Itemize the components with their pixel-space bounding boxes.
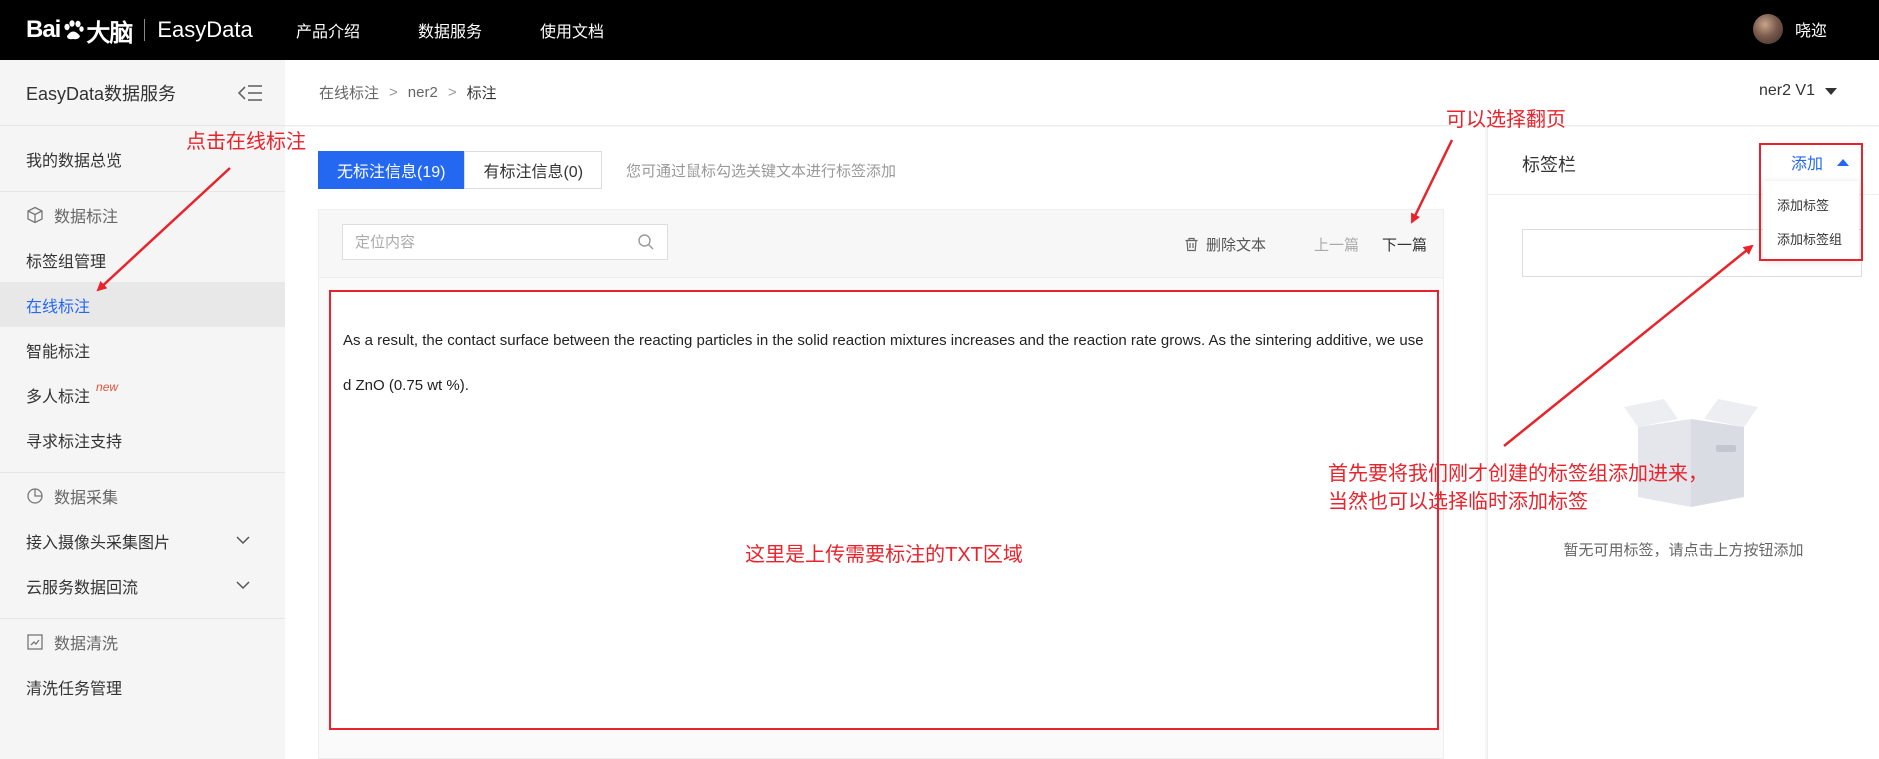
annotation-upload-area: 这里是上传需要标注的TXT区域 [745, 544, 1023, 566]
sidebar-item-clean-tasks[interactable]: 清洗任务管理 [0, 664, 285, 709]
sidebar-item-label: 寻求标注支持 [26, 433, 123, 451]
sidebar-item-online-annotation[interactable]: 在线标注 [0, 282, 285, 327]
chevron-down-icon[interactable] [235, 532, 251, 548]
top-nav: 产品介绍 数据服务 使用文档 [296, 0, 662, 60]
chevron-right-icon: > [447, 84, 457, 101]
search-box [342, 224, 668, 260]
sidebar-group-label: 数据清洗 [54, 635, 119, 653]
annotation-main: 无标注信息(19) 有标注信息(0) 您可通过鼠标勾选关键文本进行标签添加 删除… [285, 127, 1485, 759]
delete-text-label: 删除文本 [1206, 237, 1267, 254]
breadcrumb-item-current: 标注 [466, 85, 497, 102]
sidebar-item-label: 标签组管理 [26, 253, 107, 271]
text-panel: 删除文本 上一篇 下一篇 As a result, the contact su… [318, 209, 1444, 759]
sidebar-item-smart-annotation[interactable]: 智能标注 [0, 327, 285, 372]
txt-upload-area[interactable]: As a result, the contact surface between… [329, 290, 1439, 730]
tab-hint: 您可通过鼠标勾选关键文本进行标签添加 [626, 162, 897, 180]
add-label-text: 添加 [1791, 156, 1824, 173]
add-dropdown-menu: 添加标签 添加标签组 [1763, 181, 1859, 259]
annotation-click-online: 点击在线标注 [186, 131, 306, 153]
sidebar-group-annotation: 数据标注 [0, 192, 285, 237]
sidebar-item-annotation-support[interactable]: 寻求标注支持 [0, 417, 285, 462]
sidebar-item-camera-collect[interactable]: 接入摄像头采集图片 [0, 518, 285, 563]
sidebar-title: EasyData数据服务 [26, 83, 177, 104]
caret-down-icon [1825, 87, 1837, 95]
sidebar-group-label: 数据采集 [54, 489, 119, 507]
nav-data-service[interactable]: 数据服务 [418, 18, 482, 42]
breadcrumb-item-dataset[interactable]: ner2 [408, 84, 438, 101]
search-icon[interactable] [637, 233, 655, 251]
brand-logo[interactable]: Bai 大脑 EasyData [26, 10, 253, 50]
trash-icon [1185, 237, 1198, 252]
caret-up-icon [1837, 158, 1850, 166]
version-select[interactable]: ner2 V1 [1759, 82, 1837, 100]
chevron-right-icon: > [389, 84, 398, 101]
text-toolbar: 删除文本 上一篇 下一篇 [319, 210, 1443, 278]
sidebar-group-collect: 数据采集 [0, 473, 285, 518]
breadcrumb: 在线标注 > ner2 > 标注 ner2 V1 [285, 60, 1879, 126]
chevron-down-icon[interactable] [235, 577, 251, 593]
cube-icon [27, 206, 43, 223]
sidebar-header: EasyData数据服务 [0, 60, 285, 126]
menu-item-add-label[interactable]: 添加标签 [1763, 187, 1859, 221]
document-text[interactable]: As a result, the contact surface between… [331, 292, 1437, 408]
sidebar-item-label-groups[interactable]: 标签组管理 [0, 237, 285, 282]
add-label-button[interactable]: 添加 [1791, 150, 1850, 174]
username: 哓迩 [1794, 23, 1827, 40]
paw-icon [64, 20, 85, 40]
annotation-add-group: 首先要将我们刚才创建的标签组添加进来， 当然也可以选择临时添加标签 [1328, 460, 1708, 516]
breadcrumb-item-online[interactable]: 在线标注 [319, 82, 379, 103]
sidebar-item-label: 清洗任务管理 [26, 680, 123, 698]
next-doc-button[interactable]: 下一篇 [1382, 234, 1427, 255]
new-badge: new [96, 379, 119, 394]
top-bar: Bai 大脑 EasyData 产品介绍 数据服务 使用文档 哓迩 [0, 0, 1879, 60]
search-input[interactable] [355, 233, 637, 251]
sidebar: EasyData数据服务 我的数据总览 数据标注 标签组管理 在线标注 智能标注… [0, 60, 285, 759]
sidebar-item-label: 接入摄像头采集图片 [26, 534, 171, 552]
product-name: EasyData [157, 17, 253, 42]
sidebar-group-clean: 数据清洗 [0, 619, 285, 664]
empty-state-text: 暂无可用标签，请点击上方按钮添加 [1563, 542, 1804, 559]
sidebar-item-label: 智能标注 [26, 343, 91, 361]
sidebar-item-label: 我的数据总览 [26, 152, 123, 170]
menu-item-add-label-group[interactable]: 添加标签组 [1763, 221, 1859, 255]
brand-divider [144, 19, 146, 41]
pie-chart-icon [27, 487, 43, 504]
sidebar-item-multi-annotation[interactable]: 多人标注 new [0, 372, 285, 417]
baidu-logo-text-2: 大脑 [86, 19, 133, 47]
avatar[interactable] [1752, 14, 1783, 44]
label-panel-title: 标签栏 [1522, 155, 1576, 175]
annotation-add-group-line2: 当然也可以选择临时添加标签 [1328, 491, 1588, 513]
version-label: ner2 V1 [1758, 82, 1815, 99]
annotation-tabs: 无标注信息(19) 有标注信息(0) 您可通过鼠标勾选关键文本进行标签添加 [318, 151, 896, 189]
sidebar-item-label: 多人标注 [26, 388, 91, 406]
label-panel: 标签栏 添加 添加标签 添加标签组 暂无可用标签，请点击上方按钮添加 [1487, 127, 1879, 759]
prev-doc-button[interactable]: 上一篇 [1314, 234, 1359, 255]
user-menu[interactable]: 哓迩 [1752, 14, 1827, 44]
annotation-page-turn: 可以选择翻页 [1446, 109, 1566, 131]
sidebar-item-cloud-backflow[interactable]: 云服务数据回流 [0, 563, 285, 608]
sidebar-group-label: 数据标注 [54, 208, 119, 226]
tab-annotated[interactable]: 有标注信息(0) [464, 151, 603, 189]
nav-product-intro[interactable]: 产品介绍 [296, 18, 360, 42]
baidu-logo-text: Bai [26, 16, 61, 43]
sidebar-item-label: 云服务数据回流 [26, 579, 139, 597]
clean-icon [27, 633, 43, 650]
collapse-menu-icon[interactable] [237, 84, 263, 102]
tab-unannotated[interactable]: 无标注信息(19) [318, 151, 465, 189]
delete-text-button[interactable]: 删除文本 [1184, 234, 1266, 255]
sidebar-item-label: 在线标注 [26, 298, 91, 316]
nav-docs[interactable]: 使用文档 [540, 18, 604, 42]
annotation-add-group-line1: 首先要将我们刚才创建的标签组添加进来， [1328, 463, 1708, 485]
